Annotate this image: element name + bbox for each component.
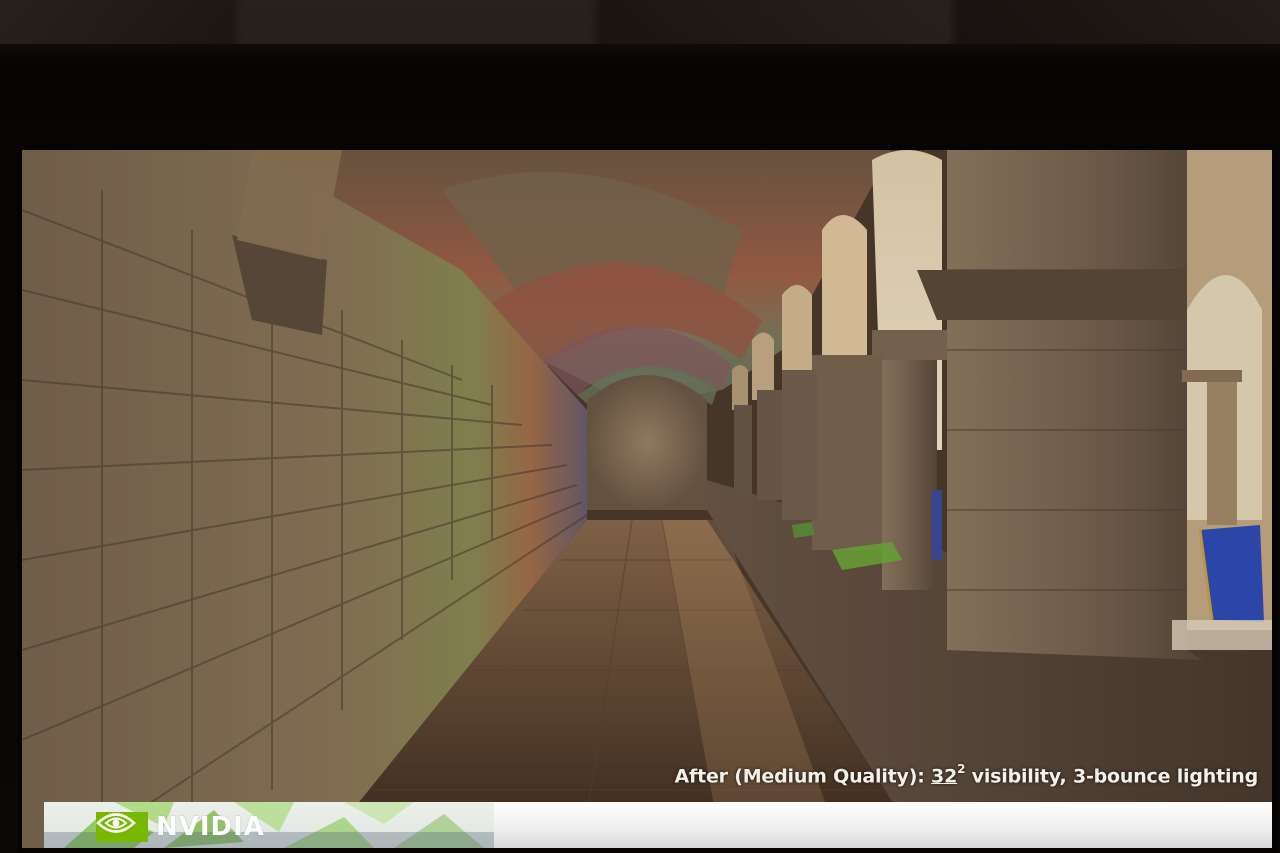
render-image xyxy=(22,150,1272,848)
ceiling xyxy=(0,0,1280,44)
caption-suffix: visibility, 3-bounce lighting xyxy=(965,765,1259,788)
logo-text: NVIDIA xyxy=(156,812,265,842)
projection-screen: After (Medium Quality): 322 visibility, … xyxy=(22,150,1272,848)
slide-footer: NVIDIA xyxy=(44,802,1272,848)
presentation-room: After (Medium Quality): 322 visibility, … xyxy=(0,0,1280,853)
caption-highlight: 32 xyxy=(931,765,958,788)
caption-superscript: 2 xyxy=(957,762,966,776)
slide-caption: After (Medium Quality): 322 visibility, … xyxy=(674,762,1259,788)
nvidia-eye-icon xyxy=(96,812,148,842)
nvidia-logo: NVIDIA xyxy=(96,812,265,842)
caption-prefix: After (Medium Quality): xyxy=(674,765,932,788)
